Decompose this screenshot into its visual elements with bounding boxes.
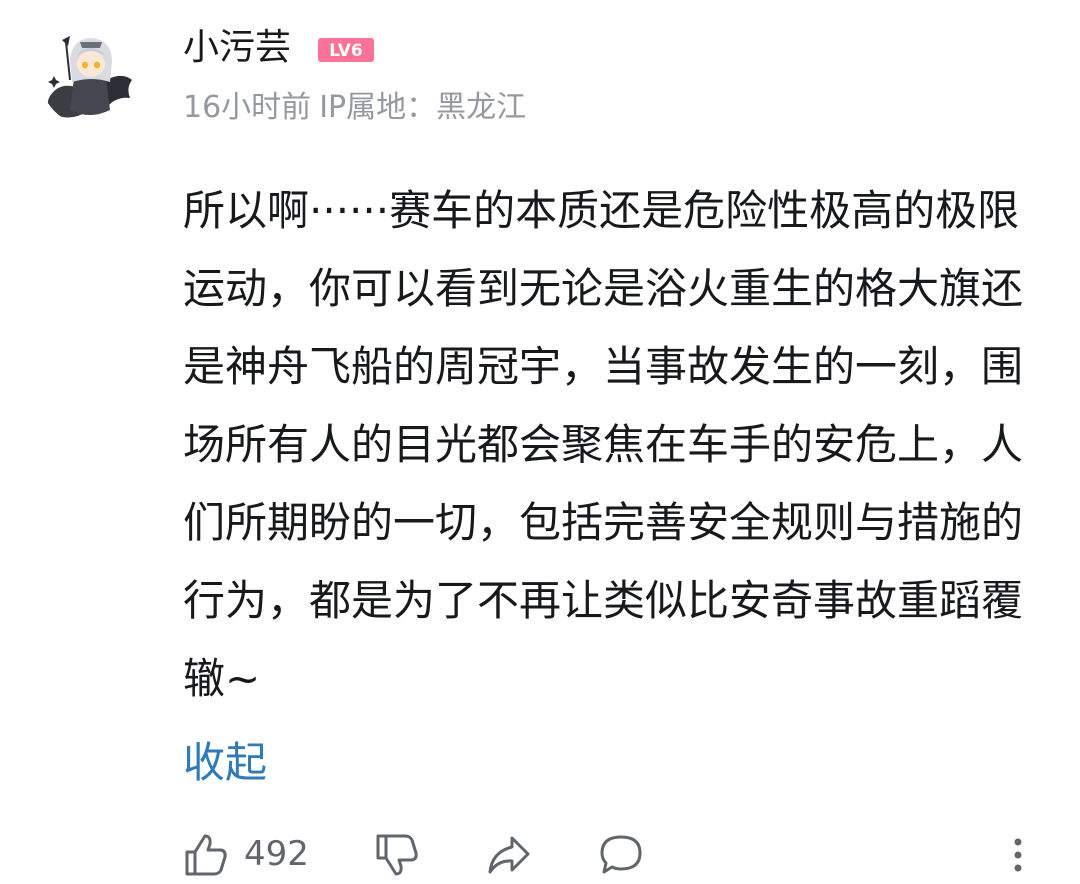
ip-label: IP属地： [319, 90, 437, 125]
level-text: LV6 [329, 41, 362, 61]
user-avatar[interactable] [40, 26, 140, 126]
comment-text: 所以啊······赛车的本质还是危险性极高的极限运动，你可以看到无论是浴火重生的… [183, 186, 1024, 703]
more-options-button[interactable] [1000, 832, 1036, 878]
thumbs-down-icon [376, 834, 418, 876]
thumbs-up-icon [185, 834, 227, 876]
post-time: 16小时前 [183, 90, 312, 125]
share-button[interactable] [486, 832, 532, 878]
comment-bubble-icon [600, 835, 642, 874]
comment-meta: 16小时前 IP属地：黑龙江 [183, 84, 534, 132]
level-badge: LV6 [317, 37, 375, 63]
vertical-dots-icon [1014, 838, 1022, 872]
like-button[interactable] [183, 832, 229, 878]
collapse-link[interactable]: 收起 [183, 732, 267, 794]
action-bar: 492 [0, 826, 1080, 882]
dislike-button[interactable] [374, 832, 420, 878]
share-arrow-icon [488, 836, 530, 874]
username[interactable]: 小污芸 [183, 22, 291, 74]
reply-button[interactable] [598, 832, 644, 878]
avatar-image [47, 36, 132, 118]
like-count: 492 [244, 834, 309, 874]
ip-location: 黑龙江 [436, 90, 527, 125]
